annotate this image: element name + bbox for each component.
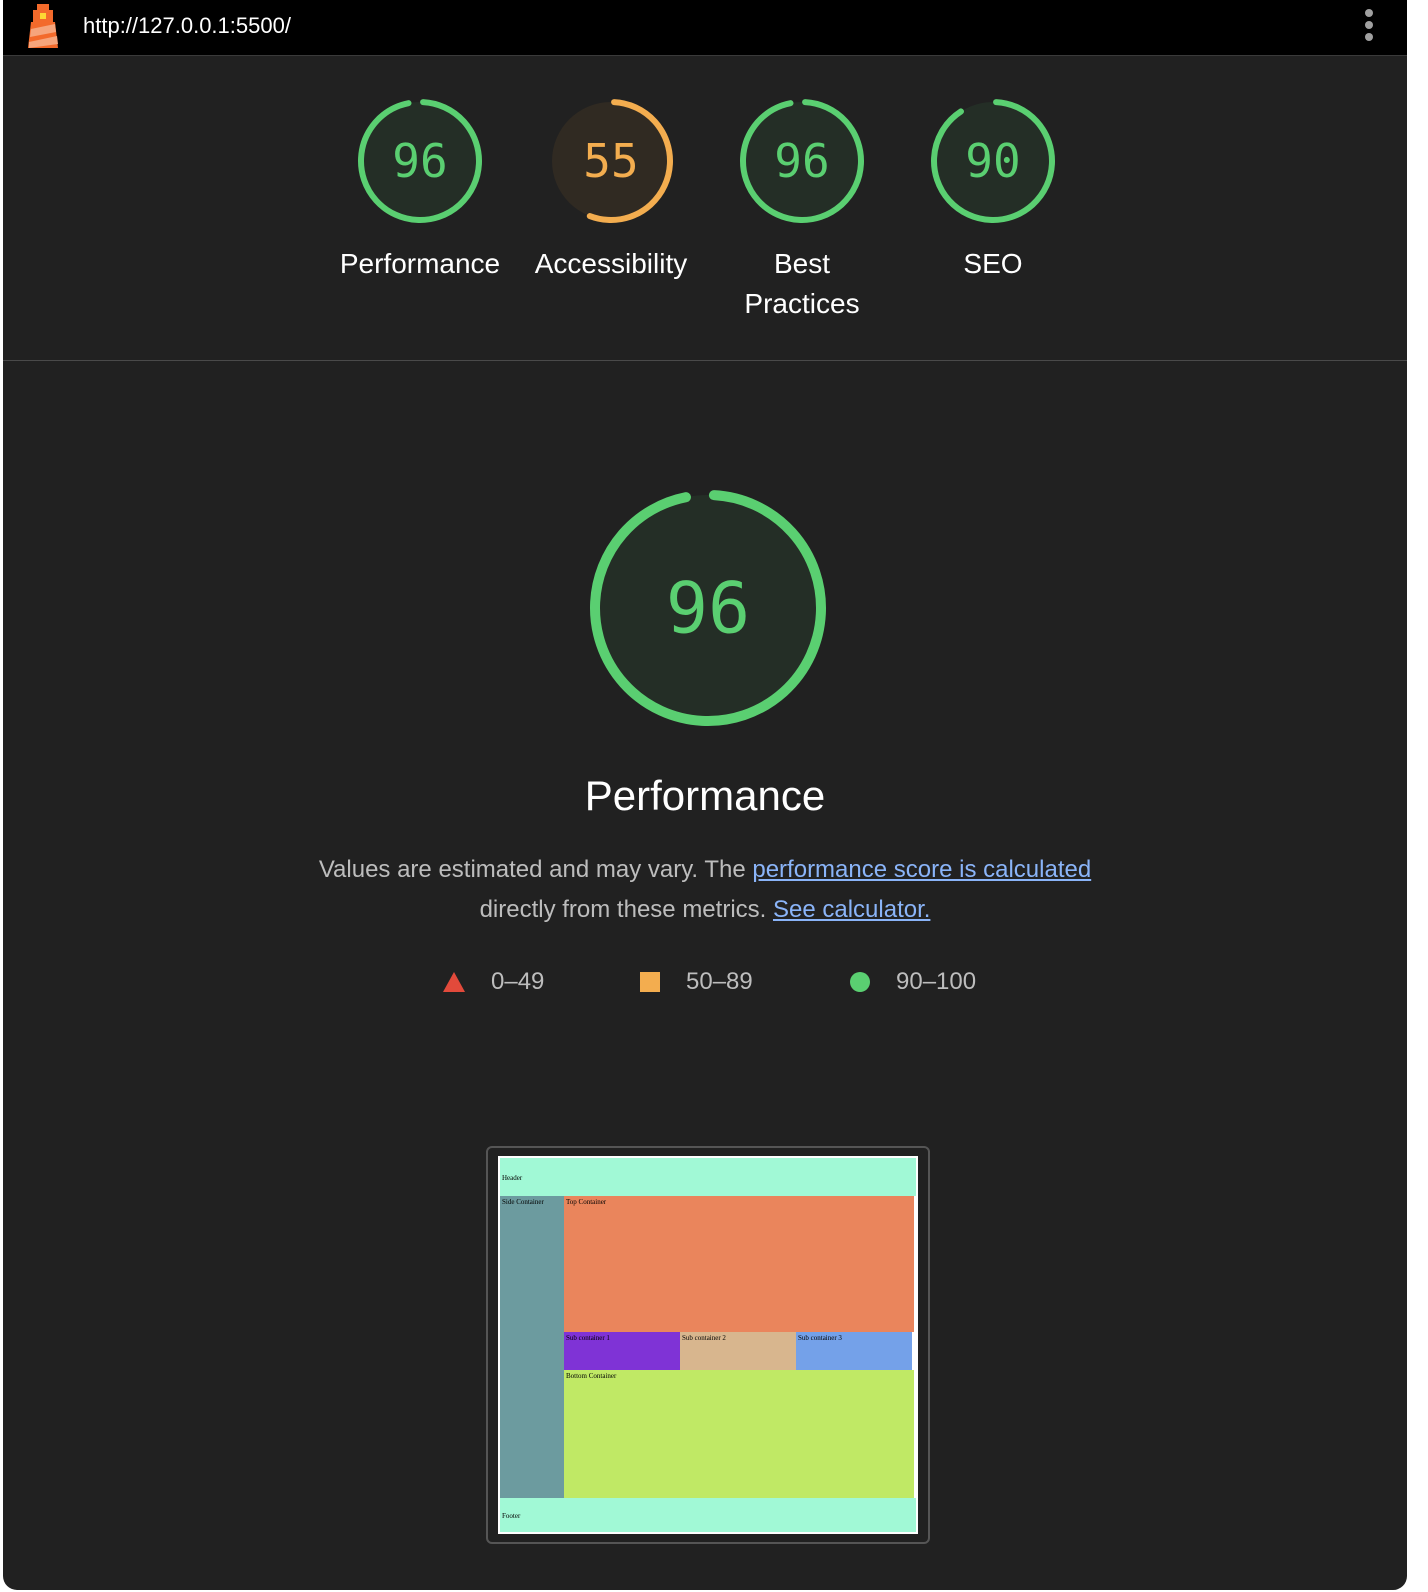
thumb-sub-container-1: Sub container 1 [564,1332,680,1370]
page-url: http://127.0.0.1:5500/ [83,13,291,38]
score-legend: 0–49 50–89 90–100 [3,964,1407,1000]
desc-text-2: directly from these metrics. [479,896,773,923]
category-summary: 96 Performance 55 Accessibility 96 Best … [3,56,1407,361]
thumb-side-container: Side Container [500,1196,564,1498]
legend-item-fail: 0–49 [443,968,544,996]
gauge-label-best-practices: Best Practices [744,248,860,319]
final-screenshot[interactable]: Header Side Container Top Container Sub … [486,1146,930,1544]
category-gauge-score: 90 [965,134,1020,188]
lighthouse-report-window: http://127.0.0.1:5500/ 96 Performance 55… [3,0,1407,1590]
top-bar: http://127.0.0.1:5500/ [3,0,1407,56]
performance-main-gauge-icon: 96 [590,490,826,726]
see-calculator-link[interactable]: See calculator. [773,896,930,923]
performance-description: Values are estimated and may vary. The p… [305,850,1105,930]
score-calculated-link[interactable]: performance score is calculated [752,856,1091,883]
more-options-icon[interactable] [1363,9,1375,43]
legend-item-pass: 90–100 [850,968,976,996]
category-gauge-score: 55 [583,134,638,188]
gauge-seo[interactable]: 90 SEO [908,96,1078,284]
legend-range-average: 50–89 [686,968,753,995]
gauge-performance[interactable]: 96 Performance [335,96,505,284]
category-gauge-score: 96 [774,134,829,188]
thumb-top-container: Top Container [564,1196,914,1332]
category-gauge-score: 96 [392,134,447,188]
circle-icon [850,972,870,992]
thumb-footer: Footer [500,1498,916,1532]
lighthouse-logo-icon [28,4,58,48]
desc-text-1: Values are estimated and may vary. The [318,856,753,883]
thumb-sub-container-3: Sub container 3 [796,1332,912,1370]
screenshot-thumbnail: Header Side Container Top Container Sub … [498,1156,918,1534]
gauge-label-seo: SEO [963,248,1023,279]
best-practices-gauge-icon: 96 [740,99,864,223]
gauge-label-performance: Performance [339,248,501,279]
gauge-accessibility[interactable]: 55 Accessibility [526,96,696,284]
performance-gauge-icon: 96 [358,99,482,223]
legend-range-pass: 90–100 [896,968,977,995]
legend-item-average: 50–89 [640,968,753,996]
square-icon [640,972,660,992]
gauge-best-practices[interactable]: 96 Best Practices [717,96,887,324]
seo-gauge-icon: 90 [931,99,1055,223]
thumb-sub-container-2: Sub container 2 [680,1332,796,1370]
main-gauge-score: 96 [666,568,750,650]
legend-range-fail: 0–49 [491,968,545,995]
thumb-bottom-container: Bottom Container [564,1370,914,1498]
performance-title: Performance [584,772,826,819]
thumb-header: Header [500,1158,916,1196]
accessibility-gauge-icon: 55 [549,99,673,223]
gauge-label-accessibility: Accessibility [534,248,688,279]
triangle-icon [443,972,465,992]
